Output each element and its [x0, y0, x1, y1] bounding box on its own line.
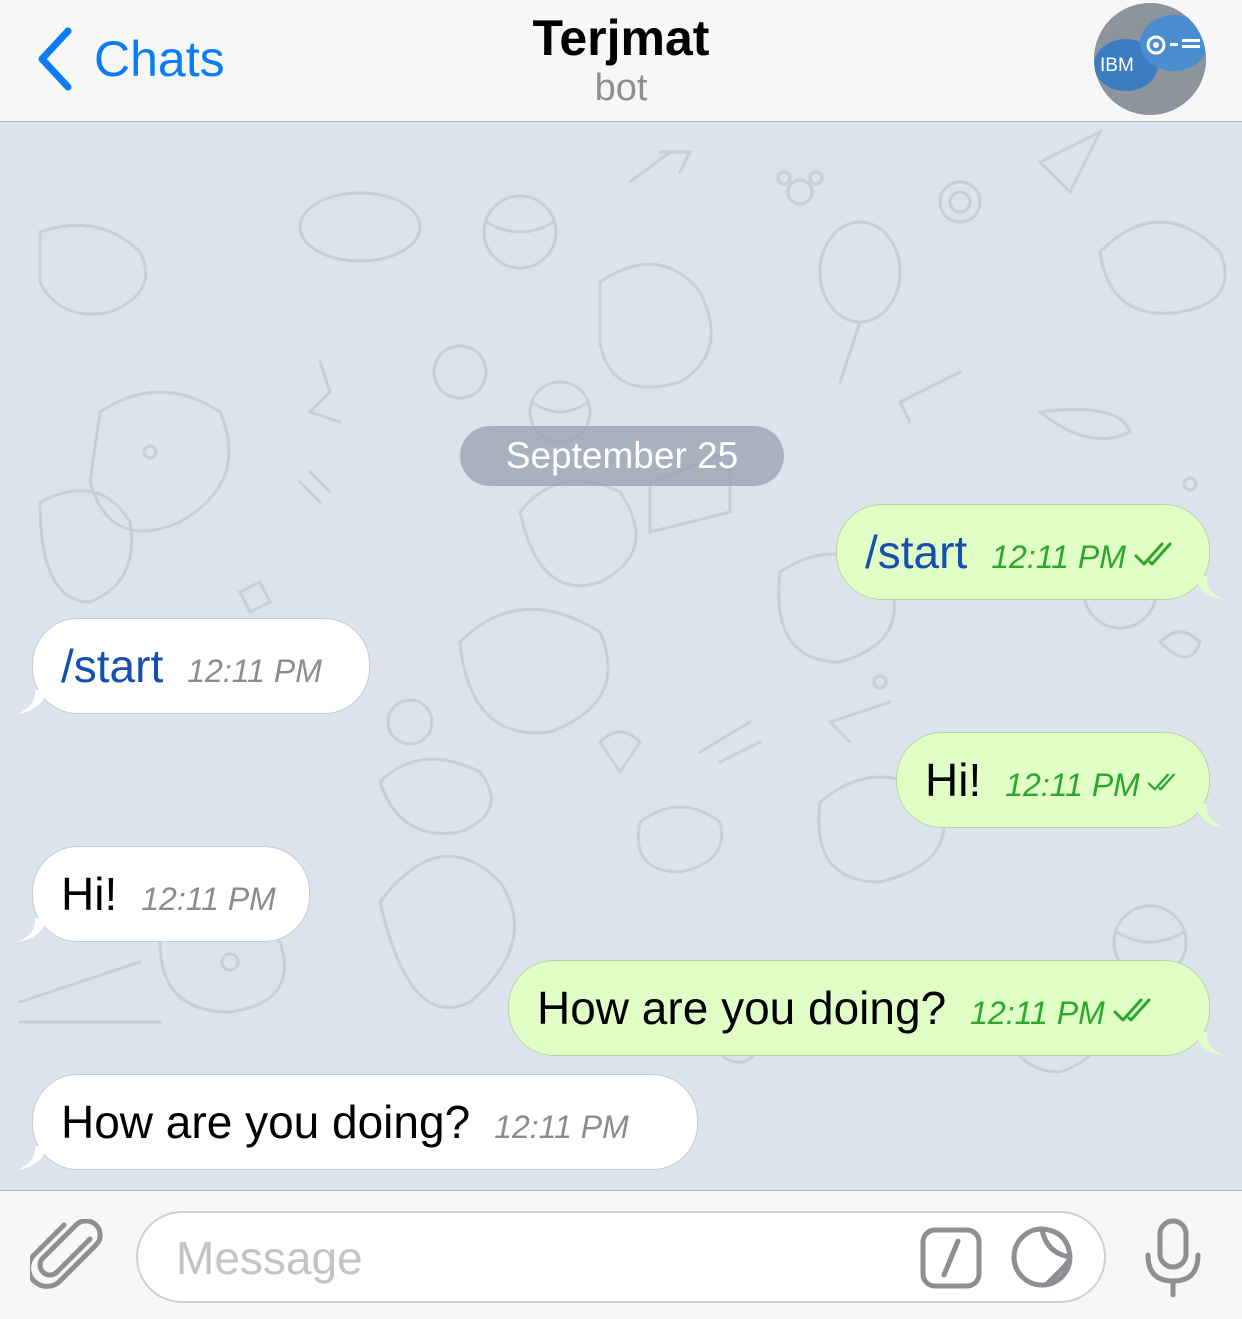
- message-text[interactable]: /start: [61, 639, 163, 693]
- message-time: 12:11 PM: [970, 995, 1105, 1031]
- message-time: 12:11 PM: [141, 881, 276, 917]
- chat-subtitle: bot: [594, 67, 648, 109]
- message-time: 12:11 PM: [1005, 767, 1140, 803]
- message-text: How are you doing?: [537, 982, 947, 1034]
- ibm-logo-icon: IBM: [1094, 3, 1206, 115]
- message-text: How are you doing?: [61, 1096, 471, 1148]
- message-list[interactable]: September 25 /start 12:11 PM /start 12:1…: [0, 122, 1242, 1190]
- message-outgoing[interactable]: Hi! 12:11 PM: [896, 732, 1225, 828]
- chat-title-block[interactable]: Terjmat bot: [0, 8, 1242, 108]
- message-outgoing[interactable]: How are you doing? 12:11 PM: [508, 960, 1225, 1056]
- composer-bar: [0, 1190, 1242, 1319]
- bot-avatar[interactable]: IBM: [1094, 3, 1206, 115]
- svg-text:IBM: IBM: [1100, 55, 1134, 76]
- slash-command-icon[interactable]: [920, 1227, 982, 1289]
- message-time: 12:11 PM: [494, 1109, 629, 1145]
- message-time: 12:11 PM: [187, 653, 322, 689]
- message-text: Hi!: [925, 754, 982, 806]
- sticker-icon[interactable]: [1010, 1225, 1074, 1289]
- message-input-container: [136, 1211, 1106, 1303]
- message-incoming[interactable]: How are you doing? 12:11 PM: [17, 1074, 698, 1170]
- message-text: Hi!: [61, 868, 118, 920]
- message-input[interactable]: [174, 1227, 878, 1289]
- message-text[interactable]: /start: [865, 525, 967, 579]
- message-outgoing[interactable]: /start 12:11 PM: [836, 504, 1225, 600]
- message-incoming[interactable]: Hi! 12:11 PM: [17, 846, 310, 942]
- paperclip-icon[interactable]: [30, 1219, 104, 1293]
- double-check-icon: [1113, 998, 1151, 1022]
- double-check-icon: [1134, 542, 1172, 566]
- chat-header: Chats Terjmat bot IBM: [0, 0, 1242, 122]
- chat-title: Terjmat: [532, 10, 710, 66]
- message-incoming[interactable]: /start 12:11 PM: [17, 618, 370, 714]
- message-time: 12:11 PM: [991, 539, 1126, 575]
- microphone-icon[interactable]: [1140, 1217, 1206, 1297]
- double-check-icon: [1147, 773, 1175, 791]
- date-separator: September 25: [460, 426, 784, 486]
